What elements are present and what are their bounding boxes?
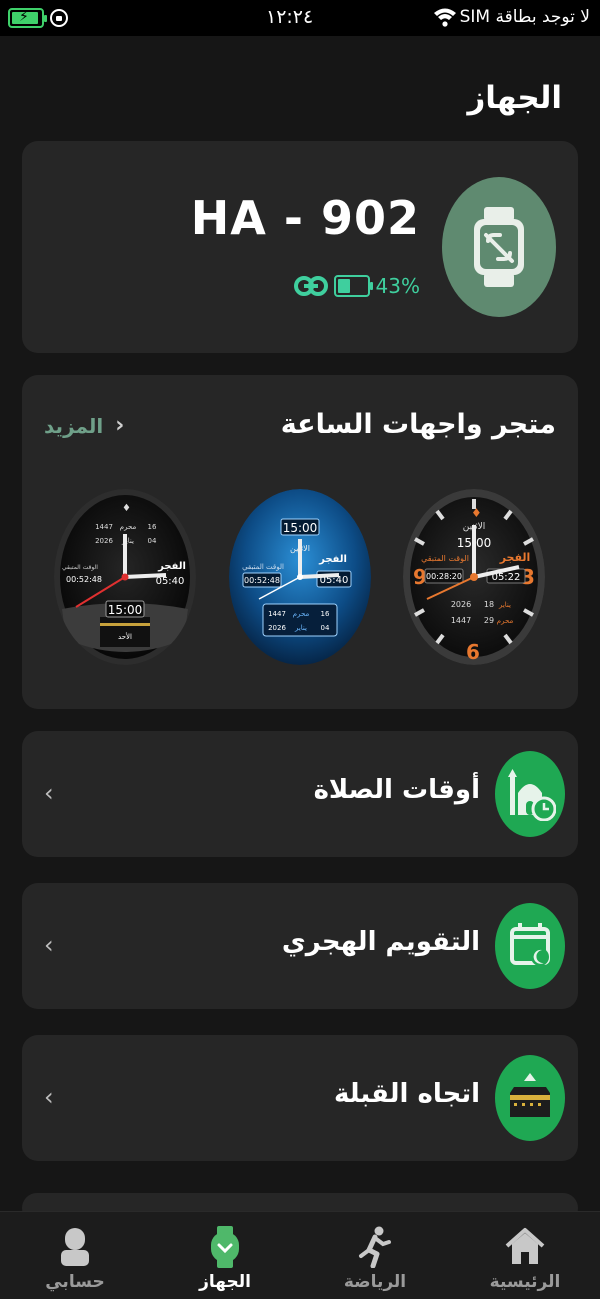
running-icon (359, 1226, 391, 1268)
chevron-left-icon: ‹ (44, 1083, 54, 1111)
person-icon (61, 1228, 89, 1266)
watch-face-2[interactable]: 15:00 الاثنين الوقت المتبقي الفجر 00:52:… (229, 489, 371, 665)
svg-text:يناير: يناير (294, 624, 307, 632)
svg-text:الأحد: الأحد (118, 632, 132, 641)
nav-home-label: الرئيسية (489, 1272, 561, 1292)
wifi-icon (434, 8, 456, 27)
svg-text:1447: 1447 (95, 523, 113, 531)
watch-face-store: متجر واجهات الساعة ‹ المزيد 9 3 6 ♦ الوق… (22, 375, 578, 709)
svg-text:♦: ♦ (471, 506, 482, 520)
svg-text:2026: 2026 (95, 537, 113, 545)
more-link[interactable]: ‹ المزيد (44, 413, 124, 438)
svg-text:16: 16 (148, 523, 157, 531)
battery-icon (333, 275, 373, 297)
svg-text:محرم: محرم (120, 523, 137, 531)
nav-account-label: حسابي (45, 1272, 105, 1292)
svg-text:محرم: محرم (293, 610, 310, 618)
svg-text:04: 04 (148, 537, 157, 545)
svg-text:16: 16 (321, 610, 330, 618)
svg-text:05:40: 05:40 (156, 576, 185, 587)
svg-text:6: 6 (466, 640, 480, 664)
watch-face-3[interactable]: ♦ 1447 محرم 16 2026 يناير 04 الوقت المتب… (54, 489, 196, 665)
watch-icon (211, 1226, 239, 1268)
svg-text:الفجر: الفجر (157, 561, 186, 572)
svg-text:00:52:48: 00:52:48 (66, 575, 102, 584)
status-bar: ⚡ ١٢:٢٤ لا توجد بطاقة SIM (0, 0, 600, 36)
svg-text:♦: ♦ (122, 503, 131, 514)
chevron-left-icon: ‹ (115, 413, 125, 438)
device-card[interactable]: HA - 902 43% (22, 141, 578, 353)
svg-text:محرم: محرم (497, 617, 514, 625)
svg-text:15:00: 15:00 (283, 521, 318, 535)
status-time: ١٢:٢٤ (266, 6, 314, 28)
qibla-direction-label: اتجاه القبلة (334, 1079, 480, 1109)
svg-text:00:52:48: 00:52:48 (244, 576, 280, 585)
svg-text:الوقت المتبقي: الوقت المتبقي (242, 563, 284, 571)
nav-home[interactable]: الرئيسية (450, 1212, 600, 1299)
device-status: 43% (293, 271, 420, 301)
home-icon (505, 1228, 545, 1264)
svg-text:يناير: يناير (498, 601, 511, 609)
hijri-calendar-row[interactable]: التقويم الهجري ‹ (22, 883, 578, 1009)
svg-text:1447: 1447 (268, 610, 286, 618)
store-title: متجر واجهات الساعة (280, 409, 556, 440)
battery-percent: 43% (375, 274, 420, 298)
prayer-times-row[interactable]: أوقات الصلاة ‹ (22, 731, 578, 857)
svg-text:18: 18 (484, 600, 494, 609)
nav-sports-label: الرياضة (343, 1272, 407, 1292)
prayer-times-label: أوقات الصلاة (313, 775, 480, 805)
svg-text:2026: 2026 (451, 600, 471, 609)
svg-text:الفجر: الفجر (318, 554, 347, 565)
more-label: المزيد (44, 413, 104, 438)
watch-disconnected-icon (442, 177, 556, 317)
svg-text:يناير: يناير (121, 537, 134, 545)
watch-face-1[interactable]: 9 3 6 ♦ الاثنين 15:00 الوقت المتبقي الفج… (403, 489, 545, 665)
battery-charging-icon: ⚡ (8, 8, 47, 28)
svg-text:04: 04 (321, 624, 330, 632)
svg-text:الفجر: الفجر (499, 551, 531, 564)
carrier-label: لا توجد بطاقة SIM (459, 7, 590, 27)
chevron-left-icon: ‹ (44, 779, 54, 807)
nav-sports[interactable]: الرياضة (300, 1212, 450, 1299)
mosque-clock-icon (495, 751, 565, 837)
svg-text:الوقت المتبقي: الوقت المتبقي (421, 554, 469, 563)
bottom-nav: حسابي الجهاز الرياضة الرئيسية (0, 1211, 600, 1299)
svg-text:00:28:20: 00:28:20 (426, 572, 462, 581)
svg-text:1447: 1447 (451, 616, 471, 625)
svg-text:29: 29 (484, 616, 494, 625)
chevron-left-icon: ‹ (44, 931, 54, 959)
svg-text:15:00: 15:00 (108, 603, 143, 617)
link-icon (293, 276, 328, 296)
svg-text:2026: 2026 (268, 624, 286, 632)
nav-account[interactable]: حسابي (0, 1212, 150, 1299)
rotation-lock-icon (50, 9, 68, 27)
calendar-moon-icon (495, 903, 565, 989)
svg-text:الوقت المتبقي: الوقت المتبقي (62, 564, 98, 571)
kaaba-icon (495, 1055, 565, 1141)
device-name: HA - 902 (190, 191, 420, 245)
nav-device-label: الجهاز (199, 1272, 251, 1292)
page-title: الجهاز (467, 80, 562, 116)
nav-device[interactable]: الجهاز (150, 1212, 300, 1299)
hijri-calendar-label: التقويم الهجري (281, 927, 480, 957)
qibla-direction-row[interactable]: اتجاه القبلة ‹ (22, 1035, 578, 1161)
